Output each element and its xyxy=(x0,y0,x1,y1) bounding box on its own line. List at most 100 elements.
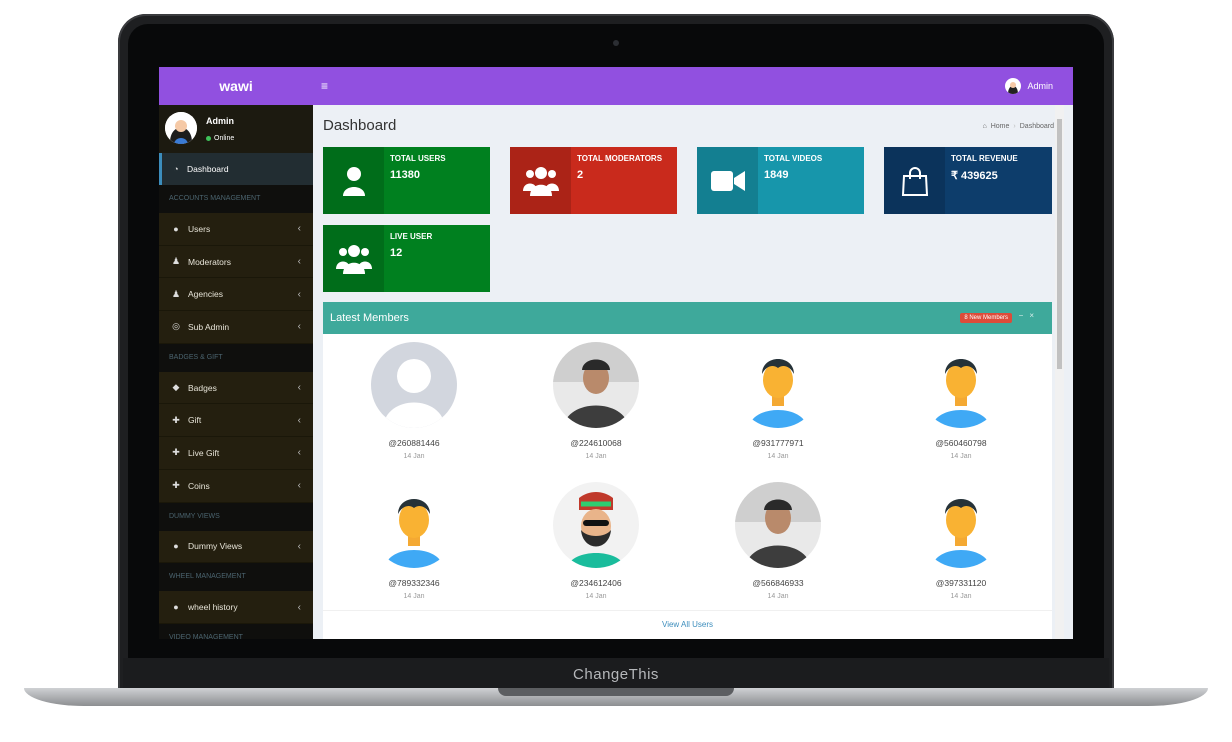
tag-icon: ◆ xyxy=(172,382,180,393)
stat-label: TOTAL REVENUE xyxy=(951,154,1018,163)
chevron-left-icon: ‹ xyxy=(297,223,301,235)
sidebar-item-label: Dashboard xyxy=(187,164,229,174)
member-join-date: 14 Jan xyxy=(403,593,425,600)
stat-total-revenue[interactable]: TOTAL REVENUE ₹ 439625 xyxy=(884,147,1052,214)
laptop-brand-label: ChangeThis xyxy=(573,666,659,683)
camera-icon xyxy=(613,40,619,46)
member-handle[interactable]: @397331120 xyxy=(870,578,1052,588)
new-members-badge: 8 New Members xyxy=(960,313,1012,323)
sidebar-item-label: Badges xyxy=(188,382,217,393)
member-handle[interactable]: @789332346 xyxy=(323,578,505,588)
member-avatar[interactable] xyxy=(553,342,639,428)
collapse-icon[interactable]: − xyxy=(1019,311,1030,320)
users-icon xyxy=(510,147,571,214)
member-handle[interactable]: @234612406 xyxy=(505,578,687,588)
member-avatar[interactable] xyxy=(371,342,457,428)
member-card[interactable]: @566846933 14 Jan xyxy=(687,482,869,600)
member-handle[interactable]: @566846933 xyxy=(687,578,869,588)
member-handle[interactable]: @224610068 xyxy=(505,438,687,448)
member-handle[interactable]: @560460798 xyxy=(870,438,1052,448)
app-logo[interactable]: wawi xyxy=(159,67,313,105)
sidebar-item-label: Coins xyxy=(188,480,210,491)
sidebar-item-gift[interactable]: ✚ Gift ‹ xyxy=(159,404,313,438)
sidebar-section-header: VIDEO MANAGEMENT xyxy=(159,623,313,639)
main-content: Dashboard ⌂ Home › Dashboard TOTAL USERS… xyxy=(313,105,1064,639)
breadcrumb-home[interactable]: Home xyxy=(991,123,1010,130)
chevron-left-icon: ‹ xyxy=(297,414,301,426)
member-card[interactable]: @789332346 14 Jan xyxy=(323,482,505,600)
chevron-left-icon: ‹ xyxy=(297,321,301,333)
member-join-date: 14 Jan xyxy=(585,593,607,600)
scrollbar[interactable] xyxy=(1055,105,1064,639)
sidebar-item-live-gift[interactable]: ✚ Live Gift ‹ xyxy=(159,437,313,470)
chevron-left-icon: ‹ xyxy=(297,447,301,459)
breadcrumb-current: Dashboard xyxy=(1019,123,1054,130)
panel-title: Latest Members xyxy=(330,312,409,324)
sidebar-item-label: Moderators xyxy=(188,256,231,267)
member-card[interactable]: @260881446 14 Jan xyxy=(323,342,505,460)
member-card[interactable]: @397331120 14 Jan xyxy=(870,482,1052,600)
sidebar-section-header: BADGES & GIFT xyxy=(159,343,313,372)
chevron-left-icon: ‹ xyxy=(297,382,301,394)
stat-live-user[interactable]: LIVE USER 12 xyxy=(323,225,490,292)
member-handle[interactable]: @260881446 xyxy=(323,438,505,448)
sidebar-item-coins[interactable]: ✚ Coins ‹ xyxy=(159,469,313,503)
stat-label: TOTAL USERS xyxy=(390,154,446,163)
sidebar-item-dummy-views[interactable]: ● Dummy Views ‹ xyxy=(159,530,313,564)
member-avatar[interactable] xyxy=(735,482,821,568)
circle-icon: ● xyxy=(173,541,179,552)
member-join-date: 14 Jan xyxy=(585,453,607,460)
status-label: Online xyxy=(214,135,235,142)
users-icon: ♟ xyxy=(171,288,181,299)
member-avatar[interactable] xyxy=(553,482,639,568)
member-avatar[interactable] xyxy=(918,482,1004,568)
sidebar-item-label: Users xyxy=(188,223,211,234)
stat-label: TOTAL VIDEOS xyxy=(764,154,823,163)
gift-icon: ✚ xyxy=(172,414,180,425)
sidebar-section-header: ACCOUNTS MANAGEMENT xyxy=(159,185,313,213)
scrollbar-thumb[interactable] xyxy=(1057,119,1062,369)
gift-icon: ✚ xyxy=(172,447,180,458)
view-all-users-link[interactable]: View All Users xyxy=(323,610,1052,639)
member-avatar[interactable] xyxy=(918,342,1004,428)
stat-total-moderators[interactable]: TOTAL MODERATORS 2 xyxy=(510,147,677,214)
chevron-left-icon: ‹ xyxy=(297,601,301,613)
latest-members-panel: Latest Members 8 New Members −× @2608814… xyxy=(323,302,1052,639)
sidebar-item-dashboard[interactable]: ◔ Dashboard xyxy=(159,153,313,185)
panel-tools: −× xyxy=(1019,311,1040,320)
sidebar-item-agencies[interactable]: ♟ Agencies ‹ xyxy=(159,278,313,312)
member-card[interactable]: @931777971 14 Jan xyxy=(687,342,869,460)
user-name: Admin xyxy=(1027,81,1053,91)
user-menu[interactable]: Admin xyxy=(1005,77,1053,95)
member-avatar[interactable] xyxy=(371,482,457,568)
users-icon xyxy=(323,225,384,292)
close-icon[interactable]: × xyxy=(1029,311,1040,320)
sidebar-item-wheel-history[interactable]: ● wheel history ‹ xyxy=(159,591,313,624)
menu-toggle-icon[interactable]: ≡ xyxy=(321,67,328,105)
user-icon xyxy=(323,147,384,214)
user-icon: ● xyxy=(173,223,179,234)
sidebar-item-sub-admin[interactable]: ◎ Sub Admin ‹ xyxy=(159,311,313,344)
breadcrumb: ⌂ Home › Dashboard xyxy=(982,123,1054,130)
sidebar-item-moderators[interactable]: ♟ Moderators ‹ xyxy=(159,245,313,279)
app-screen: wawi ≡ Admin Admin Online ◔ Dashboard AC… xyxy=(159,67,1073,639)
sidebar-item-label: Agencies xyxy=(188,289,223,300)
panel-header: Latest Members 8 New Members −× xyxy=(323,302,1052,334)
dashboard-icon: ◔ xyxy=(173,164,179,174)
avatar xyxy=(165,112,197,144)
member-handle[interactable]: @931777971 xyxy=(687,438,869,448)
top-navbar: wawi ≡ Admin xyxy=(159,67,1073,105)
online-status: Online xyxy=(206,135,234,142)
member-card[interactable]: @560460798 14 Jan xyxy=(870,342,1052,460)
users-icon: ♟ xyxy=(171,256,181,267)
stat-total-users[interactable]: TOTAL USERS 11380 xyxy=(323,147,490,214)
member-avatar[interactable] xyxy=(735,342,821,428)
stat-total-videos[interactable]: TOTAL VIDEOS 1849 xyxy=(697,147,864,214)
member-card[interactable]: @234612406 14 Jan xyxy=(505,482,687,600)
sidebar: Admin Online ◔ Dashboard ACCOUNTS MANAGE… xyxy=(159,105,313,639)
sidebar-item-badges[interactable]: ◆ Badges ‹ xyxy=(159,371,313,405)
page-title: Dashboard xyxy=(323,117,397,134)
sidebar-item-users[interactable]: ● Users ‹ xyxy=(159,213,313,246)
member-card[interactable]: @224610068 14 Jan xyxy=(505,342,687,460)
sidebar-item-label: Dummy Views xyxy=(188,541,243,552)
